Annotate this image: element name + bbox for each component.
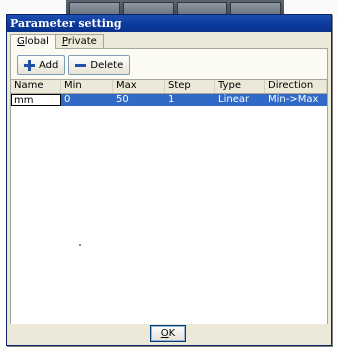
- ok-accel: O: [160, 327, 169, 339]
- ok-label: K: [168, 327, 176, 339]
- table-header: Name Min Max Step Type Direction: [11, 80, 327, 94]
- tab-global-label: lobal: [24, 36, 49, 47]
- max-cell[interactable]: 50: [113, 94, 165, 106]
- tab-global-accel: G: [17, 36, 25, 47]
- type-cell[interactable]: Linear: [215, 94, 265, 106]
- plus-icon: [24, 59, 35, 71]
- column-header-direction[interactable]: Direction: [265, 80, 327, 93]
- tab-private-label: rivate: [67, 36, 97, 47]
- delete-button[interactable]: Delete: [68, 55, 131, 75]
- parameter-toolbar: Add Delete: [17, 55, 131, 75]
- minus-icon: [75, 63, 87, 67]
- name-cell-editor[interactable]: mm: [11, 94, 61, 106]
- dialog-title[interactable]: Parameter setting: [7, 15, 331, 32]
- tab-private[interactable]: Private: [54, 34, 104, 48]
- tab-strip: Global Private: [7, 34, 331, 49]
- parameter-table: Name Min Max Step Type Direction mm 0 50…: [11, 79, 327, 324]
- stray-pixel: [79, 244, 81, 246]
- delete-button-label: Delete: [90, 59, 124, 71]
- add-button[interactable]: Add: [17, 55, 66, 75]
- column-header-min[interactable]: Min: [61, 80, 113, 93]
- global-tab-panel: Add Delete Name Min Max Step Type Direct…: [10, 48, 328, 324]
- add-button-label: Add: [39, 59, 59, 71]
- dialog-button-bar: OK: [10, 324, 326, 342]
- column-header-max[interactable]: Max: [113, 80, 165, 93]
- direction-cell[interactable]: Min->Max: [265, 94, 327, 106]
- column-header-step[interactable]: Step: [165, 80, 215, 93]
- ok-button[interactable]: OK: [150, 324, 186, 342]
- tab-global[interactable]: Global: [10, 34, 56, 49]
- column-header-name[interactable]: Name: [11, 80, 61, 93]
- step-cell[interactable]: 1: [165, 94, 215, 106]
- parameter-setting-dialog: Parameter setting Global Private Add Del…: [6, 14, 332, 346]
- min-cell[interactable]: 0: [61, 94, 113, 106]
- column-header-type[interactable]: Type: [215, 80, 265, 93]
- table-row[interactable]: mm 0 50 1 Linear Min->Max: [11, 94, 327, 106]
